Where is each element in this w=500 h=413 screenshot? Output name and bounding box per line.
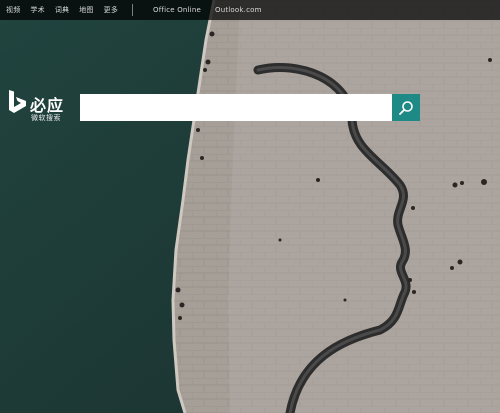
search-icon [399,100,413,115]
nav-link-maps[interactable]: 地图 [79,5,93,15]
nav-link-office-online[interactable]: Office Online [153,6,201,14]
top-nav-bar: 视频 学术 词典 地图 更多 Office Online Outlook.com [0,0,500,20]
nav-link-academic[interactable]: 学术 [30,5,44,15]
search-button[interactable] [392,94,420,121]
search-input[interactable] [80,94,392,121]
nav-link-more[interactable]: 更多 [104,5,118,15]
background-image [0,0,500,413]
bing-logo[interactable]: 必应 微软搜索 [6,88,74,128]
nav-link-videos[interactable]: 视频 [6,5,20,15]
nav-link-dictionary[interactable]: 词典 [55,5,69,15]
nav-divider [132,4,134,16]
bing-logo-icon [9,90,26,113]
nav-link-outlook[interactable]: Outlook.com [215,6,262,14]
logo-subtitle: 微软搜索 [31,114,61,122]
